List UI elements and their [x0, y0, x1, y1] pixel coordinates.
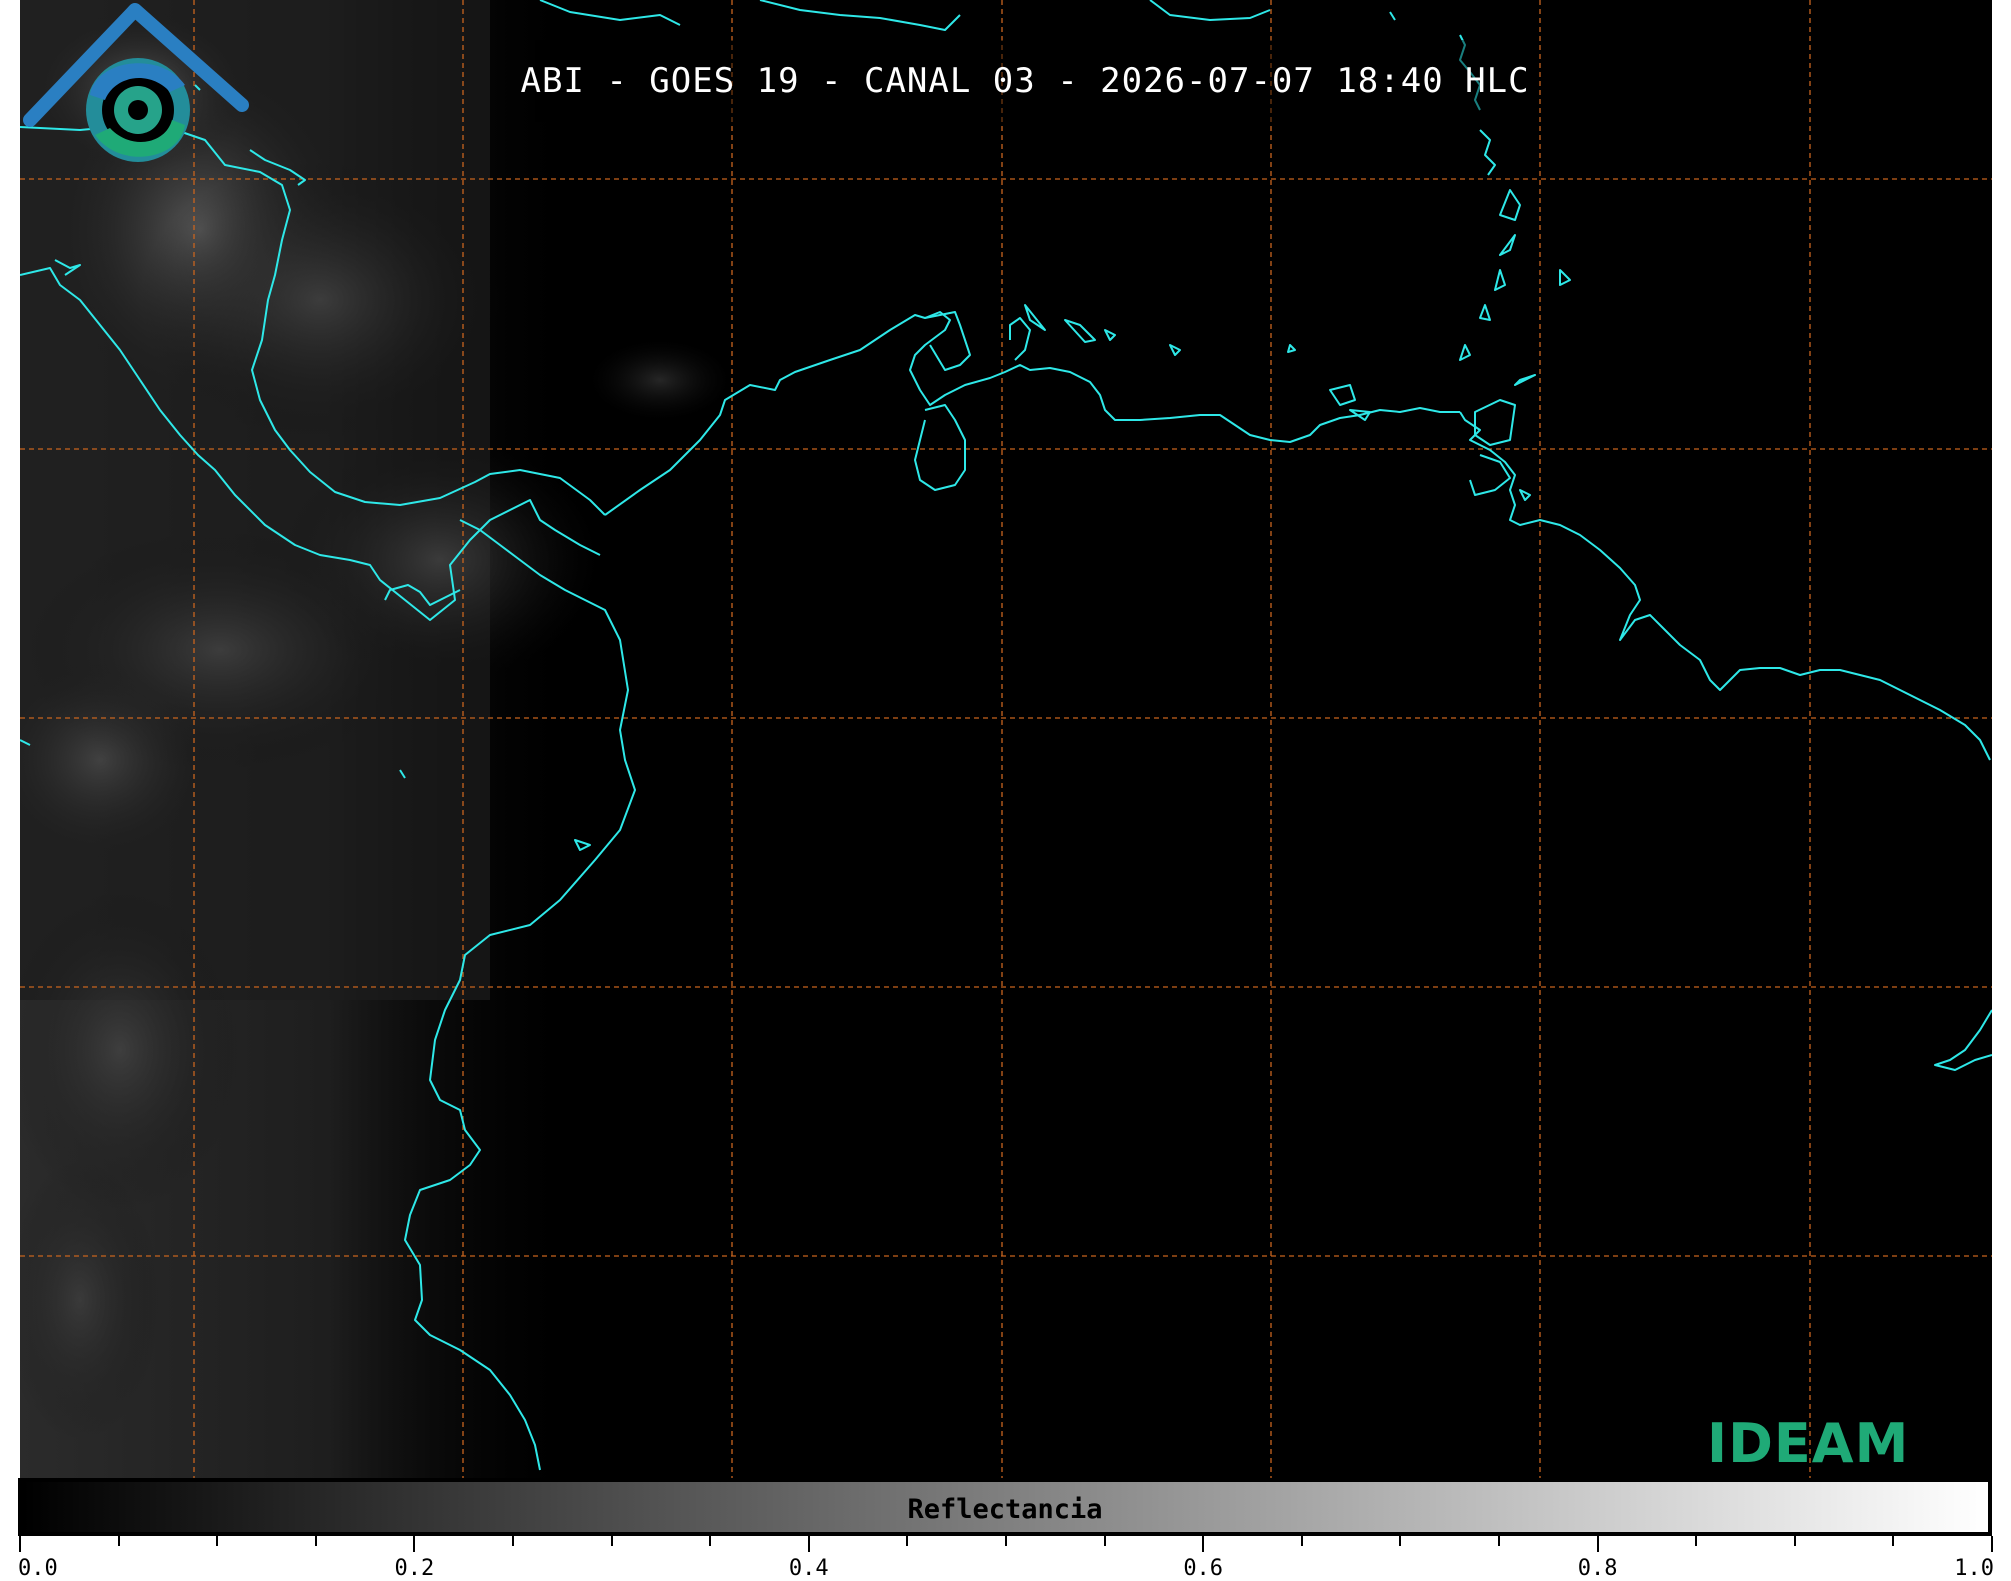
colorbar: Reflectancia	[18, 1478, 1992, 1536]
ideam-logo-text: IDEAM	[1707, 1412, 1910, 1475]
colorbar-minor-tick	[1300, 1536, 1303, 1546]
map-canvas	[20, 0, 1992, 1478]
colorbar-minor-tick	[1399, 1536, 1402, 1546]
colorbar-minor-tick	[216, 1536, 219, 1546]
colorbar-tick-label: 0.6	[1183, 1556, 1224, 1581]
colorbar-minor-tick	[314, 1536, 317, 1546]
colorbar-major-tick	[19, 1536, 21, 1552]
colorbar-tick-label: 0.0	[18, 1556, 58, 1581]
colorbar-ticks: 0.0 0.2 0.4 0.6 0.8 1.0	[18, 1536, 1994, 1581]
colorbar-tick-label: 0.8	[1577, 1556, 1618, 1581]
colorbar-major-tick	[1596, 1536, 1599, 1552]
ideam-logo-icon	[23, 3, 249, 162]
colorbar-tick-label: 1.0	[1954, 1556, 1994, 1581]
colorbar-tick-label: 0.4	[788, 1556, 829, 1581]
colorbar-major-tick	[413, 1536, 416, 1552]
colorbar-label: Reflectancia	[907, 1494, 1103, 1525]
colorbar-tick-label: 0.2	[394, 1556, 435, 1581]
colorbar-minor-tick	[512, 1536, 514, 1546]
colorbar-minor-tick	[117, 1536, 120, 1546]
colorbar-minor-tick	[1498, 1536, 1500, 1546]
colorbar-major-tick	[807, 1536, 810, 1552]
colorbar-minor-tick	[709, 1536, 712, 1546]
colorbar-major-tick	[1991, 1536, 1993, 1552]
colorbar-major-tick	[1202, 1536, 1205, 1552]
colorbar-minor-tick	[610, 1536, 613, 1546]
title-box: ABI - GOES 19 - CANAL 03 - 2026-07-07 18…	[520, 40, 1529, 122]
satellite-map[interactable]: ABI - GOES 19 - CANAL 03 - 2026-07-07 18…	[20, 0, 1992, 1478]
colorbar-minor-tick	[1005, 1536, 1007, 1546]
colorbar-minor-tick	[1892, 1536, 1895, 1546]
colorbar-minor-tick	[1695, 1536, 1698, 1546]
map-title: ABI - GOES 19 - CANAL 03 - 2026-07-07 18…	[520, 61, 1530, 101]
colorbar-minor-tick	[1103, 1536, 1106, 1546]
colorbar-minor-tick	[1793, 1536, 1796, 1546]
colorbar-minor-tick	[906, 1536, 909, 1546]
